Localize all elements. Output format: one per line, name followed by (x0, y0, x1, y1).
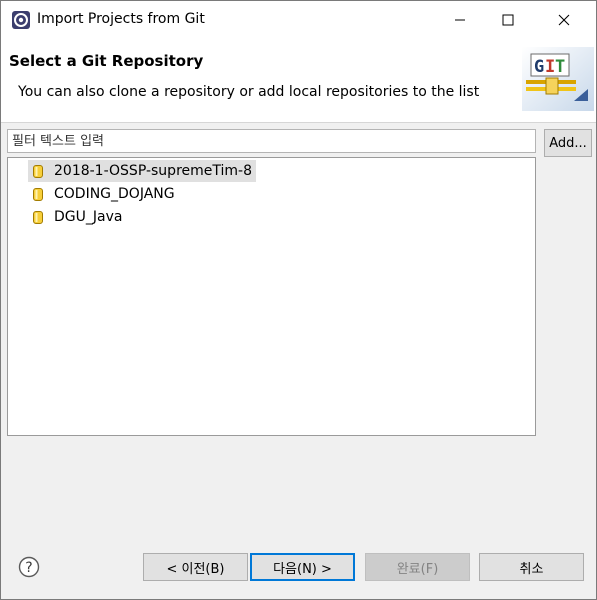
minimize-button[interactable] (437, 1, 483, 39)
minimize-icon (455, 19, 465, 21)
maximize-button[interactable] (485, 1, 531, 39)
maximize-icon (502, 14, 514, 26)
wizard-banner: Select a Git Repository You can also clo… (1, 39, 596, 123)
filter-input[interactable] (7, 129, 536, 153)
page-title: Select a Git Repository (9, 52, 204, 70)
repository-item[interactable]: 2018-1-OSSP-supremeTim-8 (28, 160, 256, 182)
repository-item[interactable]: CODING_DOJANG (28, 183, 179, 205)
repository-name: CODING_DOJANG (54, 186, 175, 202)
svg-text:G: G (534, 57, 544, 77)
repository-item[interactable]: DGU_Java (28, 206, 126, 228)
repository-icon (33, 187, 43, 201)
repository-list[interactable]: 2018-1-OSSP-supremeTim-8 CODING_DOJANG D… (7, 157, 536, 436)
svg-text:T: T (555, 57, 565, 77)
git-logo-icon: G I T (522, 47, 594, 111)
help-icon[interactable]: ? (18, 556, 40, 578)
repository-name: 2018-1-OSSP-supremeTim-8 (54, 163, 252, 179)
finish-button[interactable]: 완료(F) (365, 553, 470, 581)
next-button[interactable]: 다음(N) > (250, 553, 355, 581)
svg-text:I: I (545, 57, 555, 77)
close-icon (558, 14, 570, 26)
import-dialog: Import Projects from Git Select a Git Re… (0, 0, 597, 600)
repository-icon (33, 164, 43, 178)
close-button[interactable] (541, 1, 587, 39)
title-bar: Import Projects from Git (1, 1, 596, 39)
svg-text:?: ? (25, 560, 32, 576)
window-title: Import Projects from Git (37, 11, 205, 27)
back-button[interactable]: < 이전(B) (143, 553, 248, 581)
cancel-button[interactable]: 취소 (479, 553, 584, 581)
eclipse-icon (12, 11, 30, 29)
repository-name: DGU_Java (54, 209, 123, 225)
repository-icon (33, 210, 43, 224)
add-button[interactable]: Add... (544, 129, 592, 157)
page-description: You can also clone a repository or add l… (18, 84, 480, 100)
